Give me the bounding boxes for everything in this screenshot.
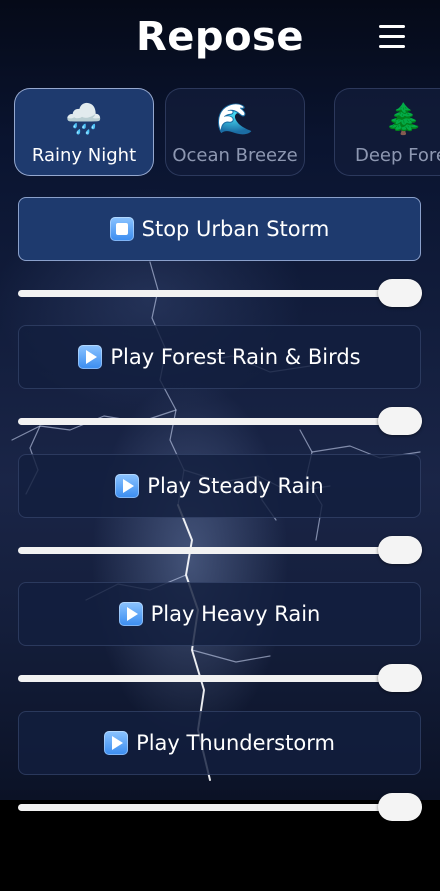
slider-track bbox=[18, 547, 422, 554]
sound-button-label: Play Steady Rain bbox=[147, 474, 324, 498]
sound-button-label: Play Heavy Rain bbox=[150, 602, 321, 626]
rain-cloud-icon: 🌧️ bbox=[65, 102, 103, 137]
play-icon bbox=[115, 474, 140, 498]
play-forest-rain-birds-button[interactable]: Play Forest Rain & Birds bbox=[18, 325, 421, 389]
play-heavy-rain-button[interactable]: Play Heavy Rain bbox=[18, 582, 421, 646]
stop-icon bbox=[109, 217, 134, 241]
tree-icon: 🌲 bbox=[385, 102, 423, 137]
volume-slider-forest-rain-birds[interactable] bbox=[18, 407, 422, 437]
wave-icon: 🌊 bbox=[216, 102, 254, 137]
tab-rainy-night[interactable]: 🌧️ Rainy Night bbox=[14, 88, 154, 176]
header: Repose bbox=[0, 0, 440, 82]
tab-label: Deep Fore bbox=[355, 145, 440, 166]
volume-slider-thunderstorm[interactable] bbox=[18, 793, 422, 823]
volume-slider-steady-rain[interactable] bbox=[18, 536, 422, 566]
play-steady-rain-button[interactable]: Play Steady Rain bbox=[18, 454, 421, 518]
volume-slider-heavy-rain[interactable] bbox=[18, 664, 422, 694]
slider-track bbox=[18, 675, 422, 682]
menu-bar bbox=[379, 35, 405, 38]
slider-track bbox=[18, 290, 422, 297]
sound-button-label: Stop Urban Storm bbox=[141, 217, 330, 241]
hamburger-menu-icon[interactable] bbox=[374, 22, 410, 52]
tab-deep-forest[interactable]: 🌲 Deep Fore bbox=[334, 88, 440, 176]
play-thunderstorm-button[interactable]: Play Thunderstorm bbox=[18, 711, 421, 775]
tab-label: Ocean Breeze bbox=[172, 145, 298, 166]
menu-bar bbox=[379, 45, 405, 48]
tab-label: Rainy Night bbox=[31, 145, 137, 166]
tab-ocean-breeze[interactable]: 🌊 Ocean Breeze bbox=[165, 88, 305, 176]
sound-button-label: Play Forest Rain & Birds bbox=[110, 345, 361, 369]
stop-urban-storm-button[interactable]: Stop Urban Storm bbox=[18, 197, 421, 261]
slider-thumb[interactable] bbox=[378, 407, 422, 435]
slider-thumb[interactable] bbox=[378, 793, 422, 821]
app-screen: Repose 🌧️ Rainy Night 🌊 Ocean Breeze 🌲 D… bbox=[0, 0, 440, 891]
slider-thumb[interactable] bbox=[378, 279, 422, 307]
slider-track bbox=[18, 418, 422, 425]
scene-tabs: 🌧️ Rainy Night 🌊 Ocean Breeze 🌲 Deep For… bbox=[14, 88, 440, 180]
slider-track bbox=[18, 804, 422, 811]
volume-slider-urban-storm[interactable] bbox=[18, 279, 422, 309]
menu-bar bbox=[379, 25, 405, 28]
play-icon bbox=[118, 602, 143, 626]
slider-thumb[interactable] bbox=[378, 664, 422, 692]
play-icon bbox=[104, 731, 129, 755]
slider-thumb[interactable] bbox=[378, 536, 422, 564]
sound-button-label: Play Thunderstorm bbox=[136, 731, 335, 755]
play-icon bbox=[78, 345, 103, 369]
